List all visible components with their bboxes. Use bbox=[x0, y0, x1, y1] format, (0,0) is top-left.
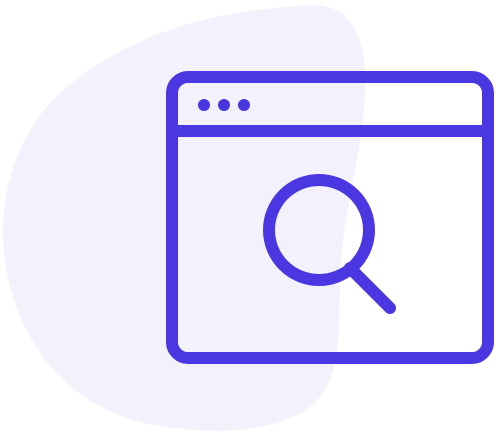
window-dot-1 bbox=[198, 99, 210, 111]
search-handle bbox=[344, 262, 396, 314]
blob-background bbox=[3, 4, 366, 431]
illustration-canvas bbox=[0, 0, 500, 434]
window-dot-3 bbox=[238, 99, 250, 111]
window-dot-2 bbox=[218, 99, 230, 111]
browser-search-illustration bbox=[3, 4, 494, 431]
